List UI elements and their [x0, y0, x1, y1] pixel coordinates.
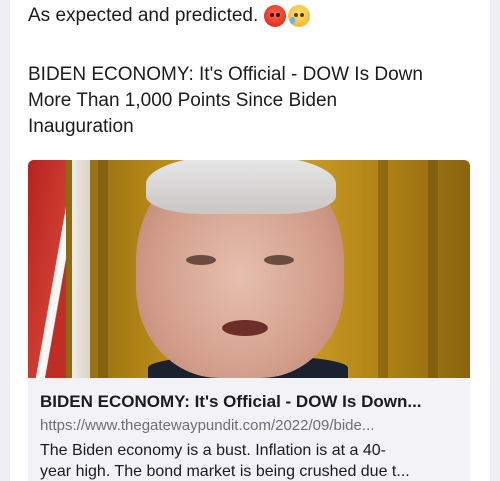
feed-post: As expected and predicted. BIDEN ECONOMY… — [0, 0, 500, 481]
crying-face-emoji-icon — [288, 5, 311, 27]
post-intro: As expected and predicted. — [28, 3, 478, 29]
link-preview-title[interactable]: BIDEN ECONOMY: It's Official - DOW Is Do… — [40, 391, 458, 413]
angry-face-emoji-icon — [264, 5, 287, 27]
link-preview-body[interactable]: BIDEN ECONOMY: It's Official - DOW Is Do… — [28, 378, 470, 481]
post-headline: BIDEN ECONOMY: It's Official - DOW Is Do… — [28, 62, 478, 140]
link-preview-description: The Biden economy is a bust. Inflation i… — [40, 440, 458, 481]
link-preview-image[interactable] — [28, 160, 470, 378]
headline-line: Inauguration — [28, 116, 134, 137]
description-line: year high. The bond market is being crus… — [40, 463, 410, 480]
left-gutter — [0, 0, 10, 481]
link-preview-url[interactable]: https://www.thegatewaypundit.com/2022/09… — [40, 416, 458, 436]
post-intro-text: As expected and predicted. — [28, 5, 259, 26]
link-preview-card[interactable]: BIDEN ECONOMY: It's Official - DOW Is Do… — [28, 160, 470, 481]
headline-line: More Than 1,000 Points Since Biden — [28, 90, 338, 111]
headline-line: BIDEN ECONOMY: It's Official - DOW Is Do… — [28, 64, 423, 85]
right-gutter — [490, 0, 500, 481]
description-line: The Biden economy is a bust. Inflation i… — [40, 442, 386, 459]
flag-decoration — [28, 160, 66, 378]
